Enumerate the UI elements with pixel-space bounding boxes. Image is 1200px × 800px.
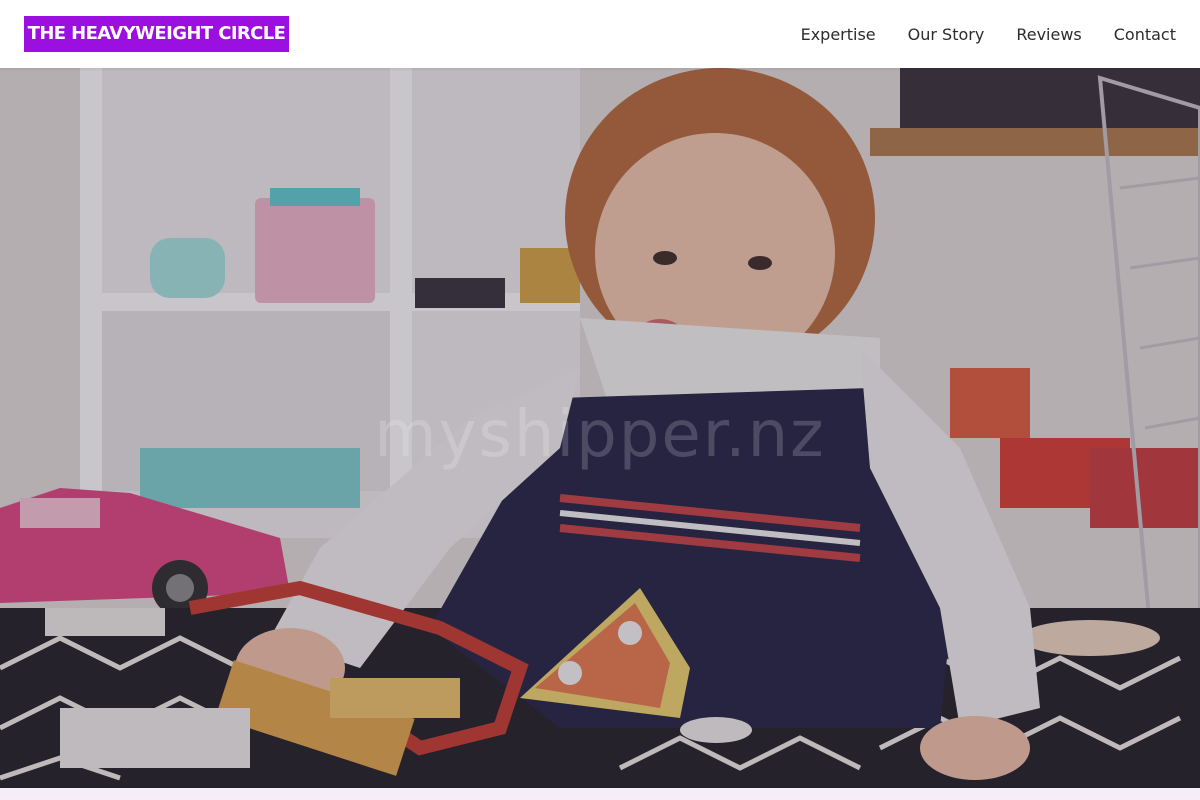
site-header: THE HEAVYWEIGHT CIRCLE Expertise Our Sto… bbox=[0, 0, 1200, 68]
page: THE HEAVYWEIGHT CIRCLE Expertise Our Sto… bbox=[0, 0, 1200, 800]
bottom-strip bbox=[0, 788, 1200, 800]
watermark-text: myshipper.nz bbox=[374, 398, 826, 472]
nav-link-contact[interactable]: Contact bbox=[1114, 25, 1176, 44]
nav-link-our-story[interactable]: Our Story bbox=[908, 25, 985, 44]
nav-link-reviews[interactable]: Reviews bbox=[1016, 25, 1081, 44]
main-nav: Expertise Our Story Reviews Contact bbox=[801, 0, 1176, 68]
site-logo[interactable]: THE HEAVYWEIGHT CIRCLE bbox=[24, 16, 289, 52]
hero-section: myshipper.nz bbox=[0, 68, 1200, 788]
nav-link-expertise[interactable]: Expertise bbox=[801, 25, 876, 44]
